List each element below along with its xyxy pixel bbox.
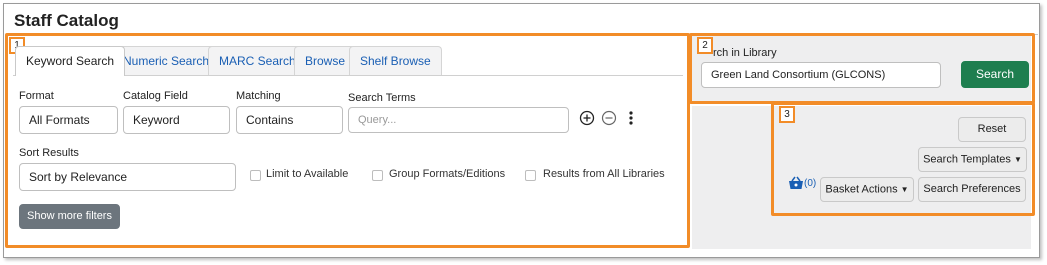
tab-keyword-search[interactable]: Keyword Search — [15, 46, 126, 76]
callout-number-3: 3 — [779, 106, 795, 123]
page-title: Staff Catalog — [14, 11, 119, 30]
callout-box-3 — [771, 102, 1035, 216]
callout-box-2 — [689, 33, 1035, 104]
callout-number-2: 2 — [697, 37, 713, 54]
